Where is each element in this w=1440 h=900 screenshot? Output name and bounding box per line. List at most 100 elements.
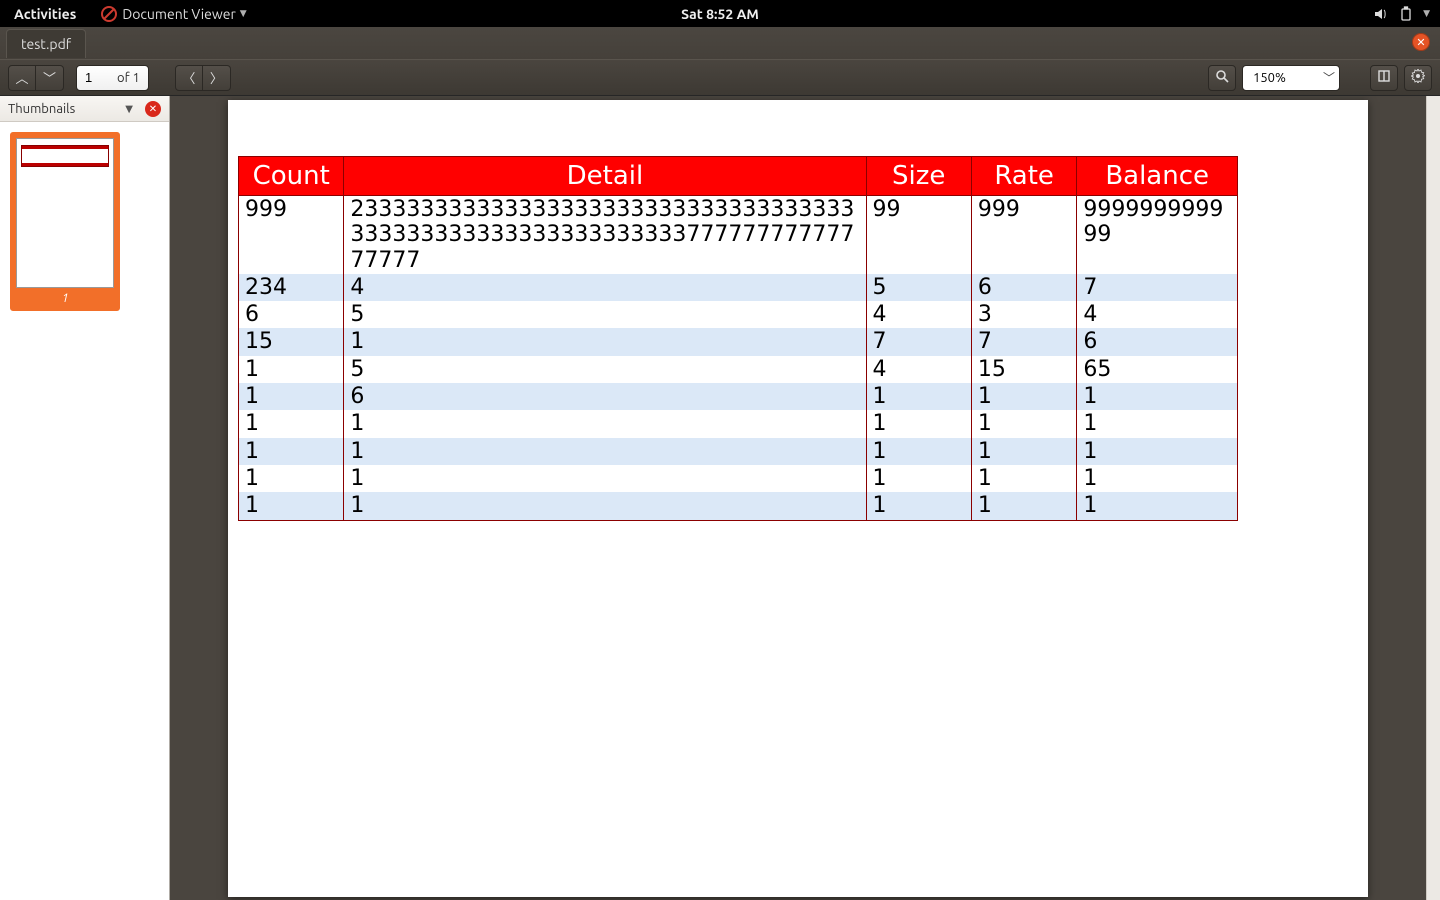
col-count: Count [239, 157, 344, 196]
table-cell: 1 [239, 383, 344, 410]
table-row: 16111 [239, 383, 1238, 410]
table-cell: 7 [971, 328, 1076, 355]
table-row: 11111 [239, 465, 1238, 492]
table-cell: 1 [239, 465, 344, 492]
vertical-scrollbar[interactable] [1426, 96, 1440, 900]
thumbnail-item[interactable]: 1 [10, 132, 120, 311]
table-cell: 3 [971, 301, 1076, 328]
close-icon: ✕ [149, 103, 157, 115]
table-cell: 6 [344, 383, 866, 410]
prev-page-button[interactable]: ︿ [8, 65, 36, 91]
table-row: 1541565 [239, 356, 1238, 383]
table-cell: 1 [344, 492, 866, 520]
page-number-input[interactable] [85, 70, 109, 85]
table-cell: 1 [866, 383, 971, 410]
table-cell: 6 [239, 301, 344, 328]
table-cell: 1 [971, 410, 1076, 437]
col-size: Size [866, 157, 971, 196]
table-cell: 1 [971, 492, 1076, 520]
document-tab[interactable]: test.pdf [6, 29, 86, 58]
table-cell: 1 [1077, 383, 1238, 410]
close-icon: ✕ [1416, 36, 1425, 49]
col-rate: Rate [971, 157, 1076, 196]
side-panel-title: Thumbnails [8, 102, 75, 116]
table-cell: 4 [344, 274, 866, 301]
col-detail: Detail [344, 157, 866, 196]
zoom-label: 150% [1253, 71, 1286, 85]
table-cell: 1 [1077, 410, 1238, 437]
table-cell: 1 [971, 383, 1076, 410]
chevron-left-icon: 〈 [182, 68, 195, 87]
table-cell: 234 [239, 274, 344, 301]
table-cell: 1 [239, 410, 344, 437]
table-cell: 7 [866, 328, 971, 355]
side-panel-header: Thumbnails ▼ ✕ [0, 96, 169, 122]
search-button[interactable] [1208, 65, 1236, 91]
table-row: 9992333333333333333333333333333333333333… [239, 196, 1238, 274]
next-page-button[interactable]: ﹀ [36, 65, 64, 91]
table-row: 2344567 [239, 274, 1238, 301]
zoom-selector[interactable]: 150% ﹀ [1242, 65, 1340, 91]
table-cell: 1 [239, 438, 344, 465]
volume-icon[interactable] [1373, 6, 1389, 22]
table-cell: 1 [971, 438, 1076, 465]
page-viewport[interactable]: Count Detail Size Rate Balance 999233333… [170, 96, 1426, 900]
battery-icon[interactable] [1399, 6, 1413, 22]
table-cell: 6 [971, 274, 1076, 301]
page-indicator: of 1 [76, 65, 149, 91]
chevron-right-icon: 〉 [210, 68, 223, 87]
system-menu-caret-icon[interactable]: ▼ [1423, 8, 1430, 19]
app-menu-label: Document Viewer [122, 6, 235, 22]
table-cell: 1 [1077, 438, 1238, 465]
table-cell: 1 [239, 356, 344, 383]
table-row: 11111 [239, 410, 1238, 437]
page-total-label: of 1 [117, 71, 140, 85]
side-panel-dropdown[interactable]: ▼ [125, 103, 133, 115]
table-cell: 1 [866, 492, 971, 520]
tab-bar: test.pdf ✕ [0, 27, 1440, 59]
table-row: 11111 [239, 492, 1238, 520]
content-area: Thumbnails ▼ ✕ 1 Count Detail Size [0, 96, 1440, 900]
table-cell: 15 [239, 328, 344, 355]
table-cell: 999 [239, 196, 344, 274]
table-cell: 1 [344, 438, 866, 465]
gear-icon [1411, 69, 1425, 86]
search-icon [1215, 69, 1229, 86]
table-row: 11111 [239, 438, 1238, 465]
app-menu[interactable]: Document Viewer ▼ [90, 0, 256, 27]
toolbar: ︿ ﹀ of 1 〈 〉 150% ﹀ [0, 59, 1440, 95]
activities-button[interactable]: Activities [0, 6, 90, 22]
history-forward-button[interactable]: 〉 [203, 65, 231, 91]
thumbnail-preview [16, 138, 114, 288]
clock[interactable]: Sat 8:52 AM [681, 6, 759, 22]
table-cell: 1 [1077, 465, 1238, 492]
history-back-button[interactable]: 〈 [175, 65, 203, 91]
table-cell: 1 [344, 328, 866, 355]
table-cell: 6 [1077, 328, 1238, 355]
table-cell: 1 [1077, 492, 1238, 520]
table-cell: 2333333333333333333333333333333333333333… [344, 196, 866, 274]
table-cell: 1 [866, 465, 971, 492]
page-dual-icon [1377, 69, 1391, 86]
table-cell: 7 [1077, 274, 1238, 301]
chevron-down-icon: ﹀ [1323, 69, 1335, 86]
pdf-page: Count Detail Size Rate Balance 999233333… [228, 100, 1368, 897]
table-cell: 65 [1077, 356, 1238, 383]
table-cell: 5 [344, 301, 866, 328]
window-close-button[interactable]: ✕ [1412, 33, 1430, 51]
table-cell: 1 [971, 465, 1076, 492]
view-mode-button[interactable] [1370, 65, 1398, 91]
menu-button[interactable] [1404, 65, 1432, 91]
side-panel-close[interactable]: ✕ [145, 101, 161, 117]
thumbnail-page-number: 1 [16, 292, 114, 305]
table-cell: 5 [866, 274, 971, 301]
col-balance: Balance [1077, 157, 1238, 196]
table-cell: 1 [866, 438, 971, 465]
table-cell: 4 [866, 301, 971, 328]
table-cell: 1 [344, 465, 866, 492]
table-cell: 1 [344, 410, 866, 437]
table-cell: 4 [1077, 301, 1238, 328]
table-cell: 5 [344, 356, 866, 383]
table-header-row: Count Detail Size Rate Balance [239, 157, 1238, 196]
table-row: 151776 [239, 328, 1238, 355]
